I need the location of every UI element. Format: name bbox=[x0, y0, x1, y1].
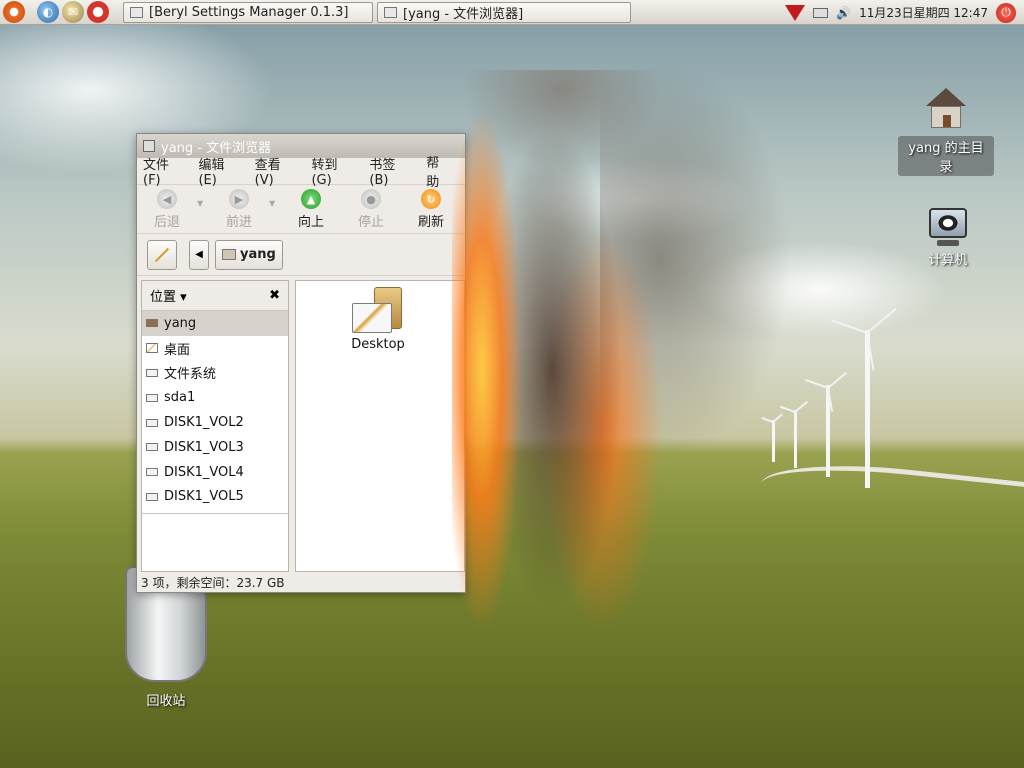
menu-help[interactable]: 帮助 bbox=[426, 152, 451, 190]
location-bar: ◀ yang bbox=[137, 234, 465, 276]
sidebar-item-label: 文件系统 bbox=[164, 367, 217, 383]
file-name: Desktop bbox=[351, 337, 405, 352]
drive-icon bbox=[146, 418, 158, 427]
web-browser-icon[interactable]: ◐ bbox=[37, 1, 59, 23]
sidebar-item-sda1[interactable]: sda1 bbox=[142, 385, 288, 410]
folder-icon bbox=[222, 249, 236, 260]
task-label: [Beryl Settings Manager 0.1.3] bbox=[149, 4, 349, 20]
back-arrow-icon: ◀ bbox=[157, 189, 177, 209]
menu-go[interactable]: 转到(G) bbox=[311, 154, 355, 188]
edit-location-button[interactable] bbox=[147, 239, 177, 270]
close-icon[interactable]: ✖ bbox=[269, 288, 280, 303]
window-icon bbox=[130, 6, 143, 18]
pencil-icon bbox=[154, 247, 170, 262]
refresh-label: 刷新 bbox=[417, 215, 444, 230]
window-titlebar[interactable]: yang - 文件浏览器 bbox=[137, 134, 465, 158]
up-arrow-icon: ▲ bbox=[301, 189, 321, 209]
chevron-down-icon[interactable]: ▼ bbox=[197, 199, 209, 208]
home-icon bbox=[146, 319, 158, 328]
printer-icon[interactable] bbox=[813, 7, 829, 18]
status-text: 3 项，剩余空间：23.7 GB bbox=[141, 575, 285, 590]
sidebar-item-label: 桌面 bbox=[164, 342, 191, 358]
top-panel: ◐ ✉ [Beryl Settings Manager 0.1.3] [yang… bbox=[0, 0, 1024, 25]
toolbar: ◀ 后退 ▼ ▶ 前进 ▼ ▲ 向上 ● 停止 ↻ 刷新 bbox=[137, 184, 465, 234]
file-browser-window: yang - 文件浏览器 文件(F) 编辑(E) 查看(V) 转到(G) 书签(… bbox=[136, 133, 466, 593]
up-button[interactable]: ▲ 向上 bbox=[281, 189, 341, 230]
sidebar-divider bbox=[142, 513, 288, 515]
ubuntu-logo-icon[interactable] bbox=[3, 1, 25, 23]
chevron-down-icon[interactable]: ▼ bbox=[269, 199, 281, 208]
stop-icon: ● bbox=[361, 189, 381, 209]
sidebar-item-label: DISK1_VOL2 bbox=[164, 415, 244, 431]
taskbar-file-browser[interactable]: [yang - 文件浏览器] bbox=[377, 1, 631, 23]
fire-effect bbox=[452, 70, 662, 630]
path-button-yang[interactable]: yang bbox=[215, 239, 283, 270]
power-icon[interactable]: ⏻ bbox=[996, 2, 1016, 23]
computer-icon bbox=[929, 208, 967, 238]
menu-file[interactable]: 文件(F) bbox=[143, 154, 184, 188]
stop-button[interactable]: ● 停止 bbox=[341, 189, 401, 230]
sidebar-item-disk1-vol5[interactable]: DISK1_VOL5 bbox=[142, 485, 288, 510]
sidebar-item-disk1-vol2[interactable]: DISK1_VOL2 bbox=[142, 410, 288, 435]
drive-icon bbox=[146, 443, 158, 452]
sidebar-item-label: sda1 bbox=[164, 390, 196, 406]
sidebar-item-home[interactable]: yang bbox=[142, 311, 288, 336]
back-button[interactable]: ◀ 后退 bbox=[137, 189, 197, 230]
clock[interactable]: 11月23日星期四 12:47 bbox=[859, 4, 988, 21]
help-icon[interactable] bbox=[87, 1, 109, 23]
drive-icon bbox=[146, 492, 158, 501]
menu-edit[interactable]: 编辑(E) bbox=[198, 154, 240, 188]
forward-button[interactable]: ▶ 前进 bbox=[209, 189, 269, 230]
system-tray: 🔊 11月23日星期四 12:47 ⏻ bbox=[785, 0, 1024, 25]
menu-view[interactable]: 查看(V) bbox=[255, 154, 298, 188]
back-label: 后退 bbox=[153, 215, 180, 230]
sidebar-item-label: yang bbox=[164, 315, 197, 331]
window-title: yang - 文件浏览器 bbox=[161, 140, 272, 156]
forward-label: 前进 bbox=[225, 215, 252, 230]
volume-icon[interactable]: 🔊 bbox=[836, 6, 851, 20]
desktop-icon-computer[interactable]: 计算机 bbox=[912, 208, 984, 268]
browser-body: 位置 ▾ ✖ yang 桌面 文件系统 sda1 DISK1_VOL2 DISK… bbox=[141, 280, 465, 572]
window-icon bbox=[384, 6, 397, 18]
refresh-icon: ↻ bbox=[421, 189, 441, 209]
sidebar-item-disk1-vol3[interactable]: DISK1_VOL3 bbox=[142, 435, 288, 460]
desktop-icon bbox=[146, 343, 158, 354]
desktop-icon-label: 计算机 bbox=[928, 253, 968, 268]
taskbar-beryl-settings[interactable]: [Beryl Settings Manager 0.1.3] bbox=[123, 1, 373, 23]
mail-icon[interactable]: ✉ bbox=[62, 1, 84, 23]
chevron-left-icon: ◀ bbox=[195, 249, 203, 260]
stop-label: 停止 bbox=[357, 215, 384, 230]
desktop-icon-label: 回收站 bbox=[146, 694, 186, 709]
task-label: [yang - 文件浏览器] bbox=[403, 6, 524, 22]
up-label: 向上 bbox=[297, 215, 324, 230]
path-scroll-left-button[interactable]: ◀ bbox=[189, 239, 209, 270]
desktop-icon-label: yang 的主目录 bbox=[898, 136, 994, 176]
places-sidebar: 位置 ▾ ✖ yang 桌面 文件系统 sda1 DISK1_VOL2 DISK… bbox=[141, 280, 289, 572]
file-view[interactable]: Desktop bbox=[295, 280, 465, 572]
sidebar-item-desktop[interactable]: 桌面 bbox=[142, 336, 288, 361]
menu-bookmarks[interactable]: 书签(B) bbox=[369, 154, 412, 188]
file-item-desktop[interactable]: Desktop bbox=[340, 287, 416, 352]
status-bar: 3 项，剩余空间：23.7 GB bbox=[141, 572, 465, 592]
window-icon bbox=[143, 140, 155, 152]
desktop-folder-icon bbox=[350, 287, 406, 335]
sidebar-item-filesystem[interactable]: 文件系统 bbox=[142, 361, 288, 386]
drive-icon bbox=[146, 468, 158, 477]
drive-icon bbox=[146, 368, 158, 377]
sidebar-item-label: DISK1_VOL4 bbox=[164, 464, 244, 480]
home-folder-icon bbox=[926, 88, 966, 132]
sidebar-item-label: DISK1_VOL5 bbox=[164, 489, 244, 505]
sidebar-selector[interactable]: 位置 ▾ bbox=[150, 286, 187, 305]
path-label: yang bbox=[240, 247, 276, 262]
sidebar-item-disk1-vol4[interactable]: DISK1_VOL4 bbox=[142, 460, 288, 485]
sidebar-header: 位置 ▾ ✖ bbox=[142, 281, 288, 311]
beryl-ruby-icon[interactable] bbox=[785, 4, 806, 21]
drive-icon bbox=[146, 393, 158, 402]
forward-arrow-icon: ▶ bbox=[229, 189, 249, 209]
desktop-icon-home[interactable]: yang 的主目录 bbox=[898, 88, 994, 176]
sidebar-item-label: DISK1_VOL3 bbox=[164, 439, 244, 455]
menubar: 文件(F) 编辑(E) 查看(V) 转到(G) 书签(B) 帮助 bbox=[137, 156, 465, 190]
